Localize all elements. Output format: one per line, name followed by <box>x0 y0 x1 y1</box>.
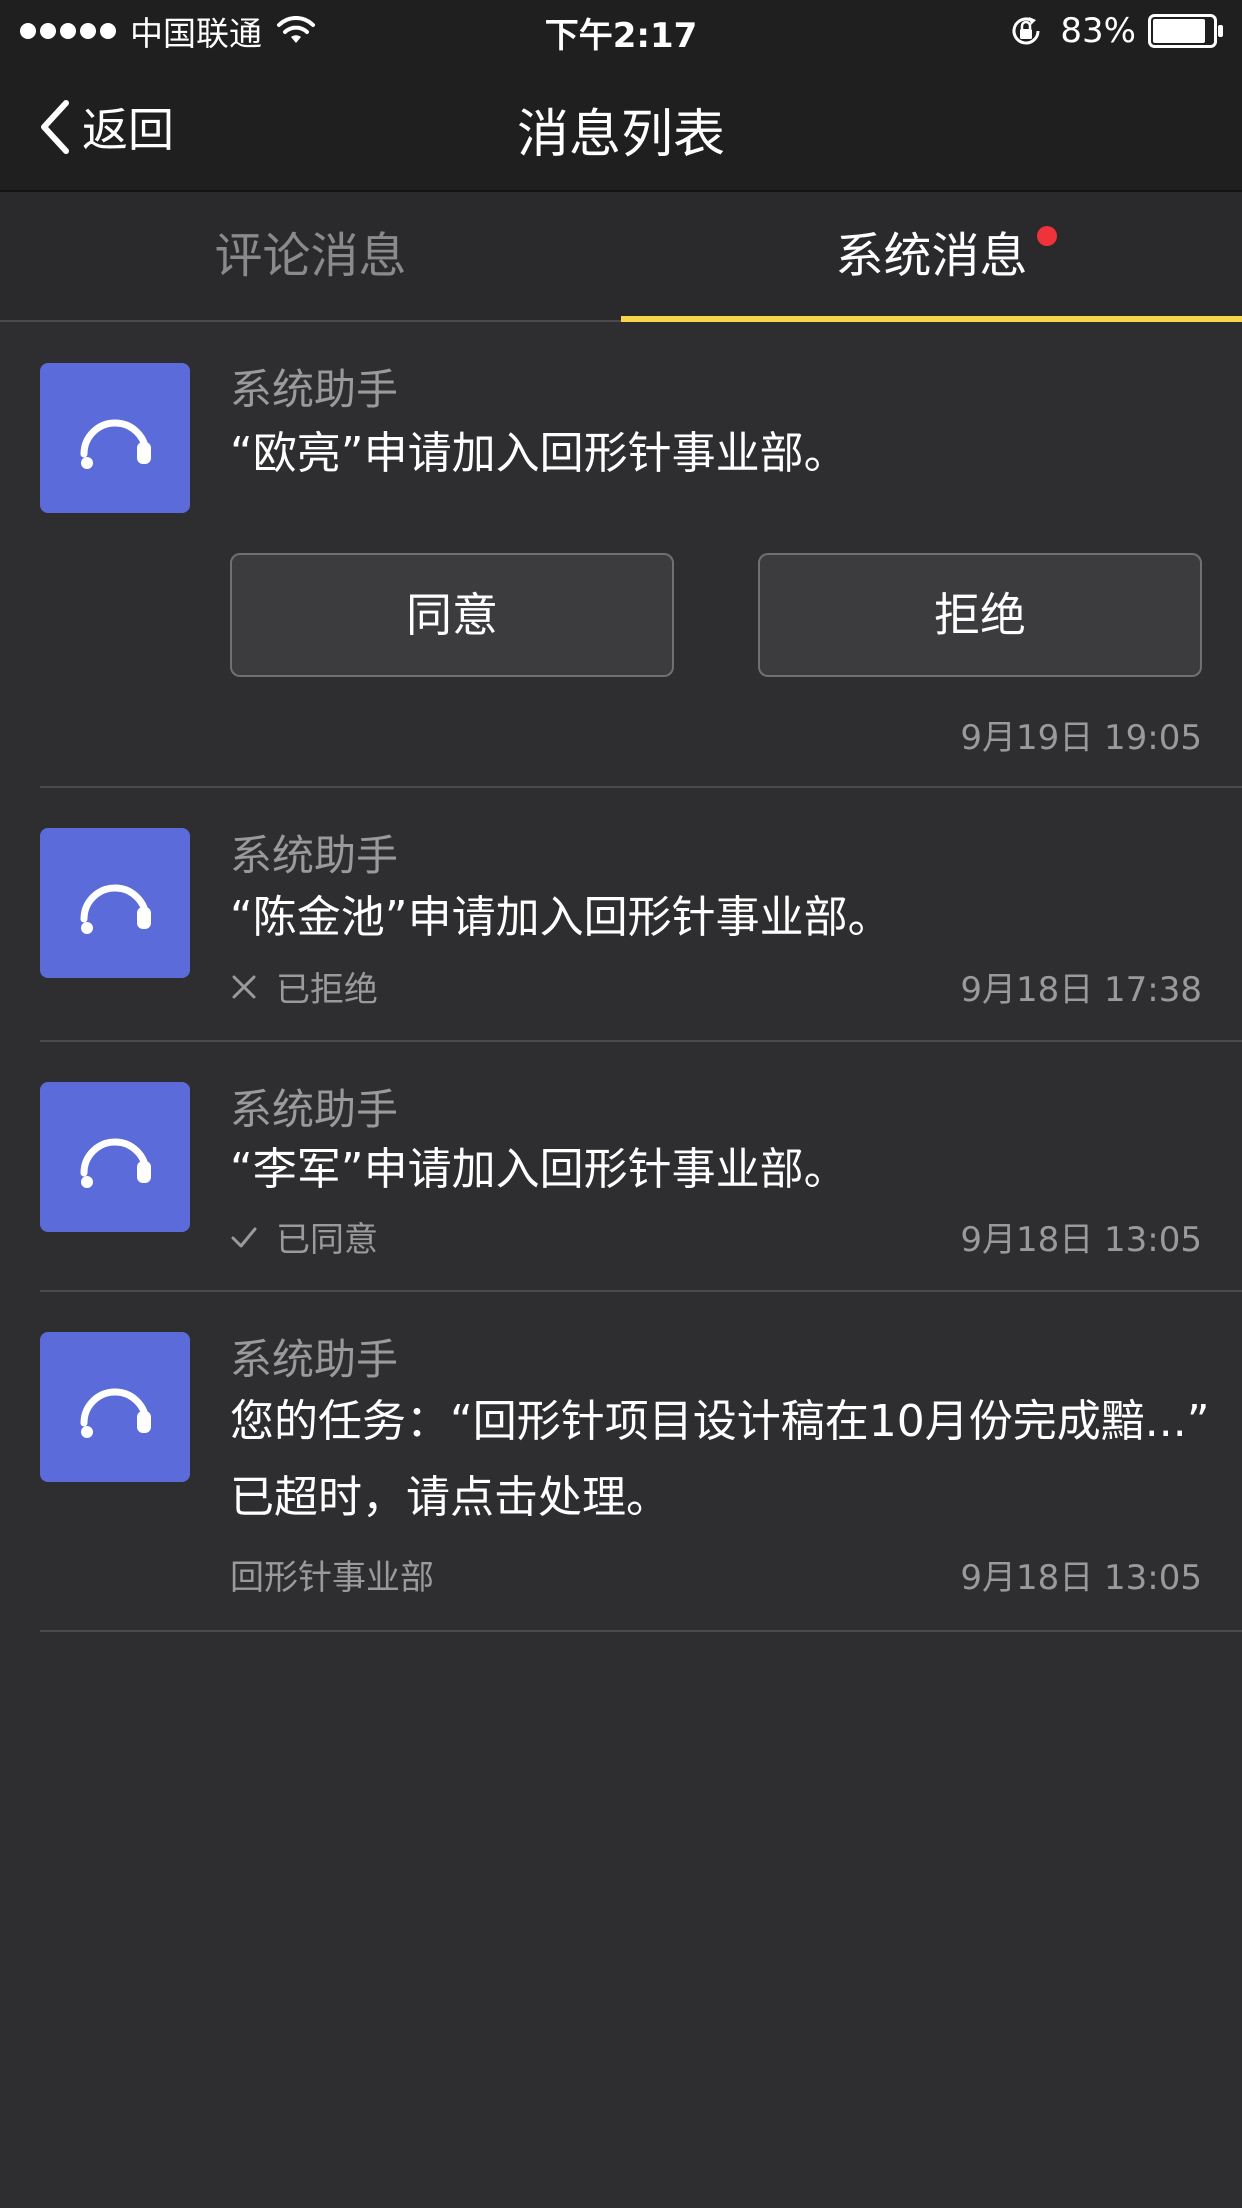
tab-system-messages[interactable]: 系统消息 <box>621 192 1242 322</box>
reject-button[interactable]: 拒绝 <box>758 553 1202 677</box>
avatar <box>40 828 190 978</box>
check-icon <box>231 1227 257 1247</box>
headset-icon <box>80 884 151 934</box>
sender-name: 系统助手 <box>230 1335 399 1384</box>
status-approved: 已同意 <box>230 1212 378 1261</box>
message-text: “陈金池”申请加入回形针事业部。 <box>230 892 892 943</box>
list-item[interactable]: 系统助手 您的任务：“回形针项目设计稿在10月份完成黯...” 已超时，请点击处… <box>0 1292 1242 1632</box>
active-tab-indicator <box>621 316 1242 322</box>
headset-icon <box>80 419 151 469</box>
message-time: 9月18日 13:05 <box>960 1558 1202 1598</box>
message-time: 9月18日 17:38 <box>960 970 1202 1010</box>
avatar <box>40 1082 190 1232</box>
status-bar: 中国联通 下午2:17 83% <box>0 0 1242 62</box>
status-rejected: 已拒绝 <box>230 962 378 1011</box>
headset-icon <box>80 1138 151 1188</box>
rotation-lock-icon <box>1012 17 1040 45</box>
agree-button[interactable]: 同意 <box>230 553 674 677</box>
battery-percentage: 83% <box>1060 11 1136 51</box>
message-text: “欧亮”申请加入回形针事业部。 <box>230 428 848 479</box>
navigation-bar: 返回 消息列表 <box>0 62 1242 192</box>
headset-icon <box>80 1388 151 1438</box>
message-time: 9月19日 19:05 <box>960 718 1202 758</box>
message-time: 9月18日 13:05 <box>960 1220 1202 1260</box>
avatar <box>40 1332 190 1482</box>
message-text: “李军”申请加入回形针事业部。 <box>230 1144 848 1195</box>
divider <box>40 1630 1242 1632</box>
tab-comment-messages[interactable]: 评论消息 <box>0 192 621 322</box>
sender-name: 系统助手 <box>230 831 399 880</box>
sender-name: 系统助手 <box>230 1085 399 1134</box>
status-label: 已同意 <box>276 1220 378 1260</box>
list-item[interactable]: 系统助手 “李军”申请加入回形针事业部。 已同意 9月18日 13:05 <box>0 1042 1242 1292</box>
status-right: 83% <box>1008 10 1224 52</box>
list-item[interactable]: 系统助手 “欧亮”申请加入回形针事业部。 同意 拒绝 9月19日 19:05 <box>0 324 1242 788</box>
department-label: 回形针事业部 <box>230 1558 434 1598</box>
battery-icon <box>1148 14 1223 48</box>
avatar <box>40 363 190 513</box>
message-text-line2: 已超时，请点击处理。 <box>230 1472 670 1523</box>
page-title: 消息列表 <box>516 105 725 165</box>
close-icon <box>232 975 256 998</box>
unread-badge <box>1037 226 1057 246</box>
list-item[interactable]: 系统助手 “陈金池”申请加入回形针事业部。 已拒绝 9月18日 17:38 <box>0 788 1242 1042</box>
status-label: 已拒绝 <box>276 970 378 1010</box>
message-text-line1: 您的任务：“回形针项目设计稿在10月份完成黯...” <box>230 1396 1210 1447</box>
tab-bar: 评论消息 系统消息 <box>0 192 1242 322</box>
sender-name: 系统助手 <box>230 365 399 414</box>
